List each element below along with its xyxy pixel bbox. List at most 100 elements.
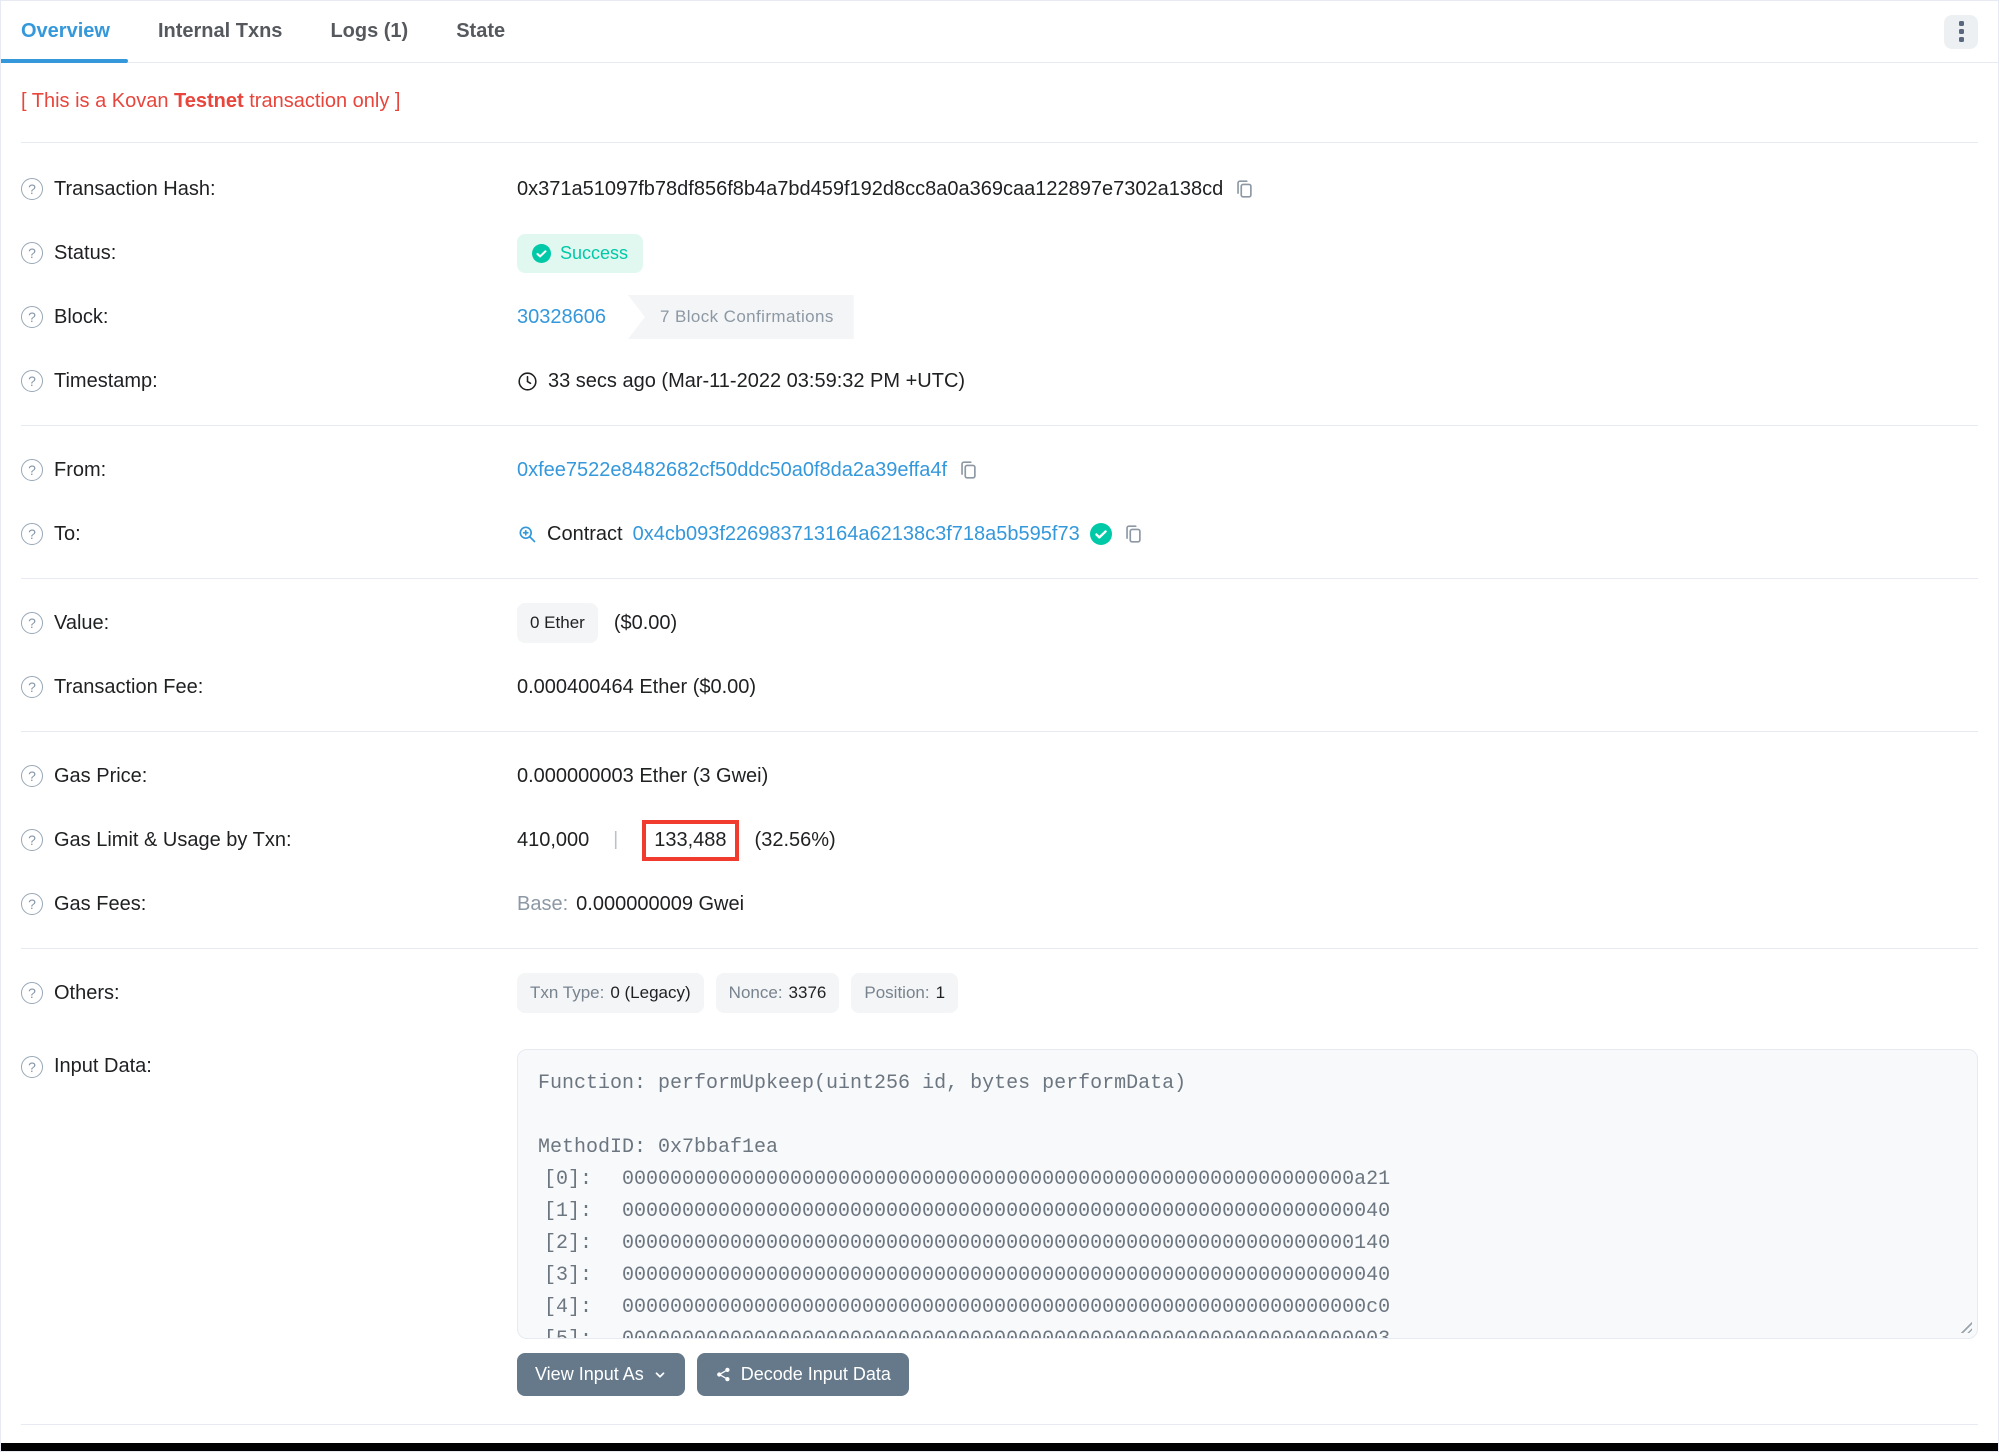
help-icon[interactable]: ? [21,893,43,915]
badge-label: Position: [864,983,930,1002]
help-icon[interactable]: ? [21,306,43,328]
divider [21,731,1978,732]
block-confirmations-badge: 7 Block Confirmations [627,295,854,339]
label-transaction-fee: ? Transaction Fee: [21,676,517,699]
row-label: Value: [54,611,110,634]
timestamp-value: 33 secs ago (Mar-11-2022 03:59:32 PM +UT… [548,369,966,392]
warning-prefix: [ This is a Kovan [21,90,175,112]
annotation-red-box: 133,488 [642,819,739,861]
ether-value-text: 0 Ether [530,613,585,632]
row-value: ? Value: 0 Ether ($0.00) [21,591,1978,655]
tab-overview[interactable]: Overview [21,20,110,43]
row-input-data: ? Input Data: Function: performUpkeep(ui… [21,1035,1978,1339]
gas-fees-base-value: 0.000000009 Gwei [576,892,745,915]
decode-icon [716,1367,730,1382]
details-rows: ? Transaction Hash: 0x371a51097fb78df856… [1,143,1998,1339]
row-block: ? Block: 30328606 7 Block Confirmations [21,285,1978,349]
label-gas-price: ? Gas Price: [21,765,517,788]
row-label: To: [54,522,81,545]
label-transaction-hash: ? Transaction Hash: [21,178,517,201]
warning-suffix: transaction only ] [243,90,401,112]
input-word-row: [3]: 000000000000000000000000000000000000… [544,1264,1391,1287]
label-from: ? From: [21,459,517,482]
row-label: Gas Price: [54,764,148,787]
tab-internal-txns[interactable]: Internal Txns [158,20,282,43]
status-text: Success [560,242,629,263]
help-icon[interactable]: ? [21,982,43,1004]
row-gas-limit-usage: ? Gas Limit & Usage by Txn: 410,000 | 13… [21,808,1978,872]
kebab-menu-button[interactable] [1944,14,1978,49]
badge-value: 0 (Legacy) [610,983,691,1002]
nonce-badge: Nonce: 3376 [715,973,840,1013]
resize-handle[interactable] [1958,1319,1972,1333]
help-icon[interactable]: ? [21,178,43,200]
copy-icon[interactable] [957,459,979,481]
ether-value-badge: 0 Ether [517,603,598,643]
help-icon[interactable]: ? [21,459,43,481]
decode-input-data-label: Decode Input Data [740,1364,891,1384]
input-data-textarea[interactable]: Function: performUpkeep(uint256 id, byte… [517,1049,1978,1339]
row-label: Timestamp: [54,369,158,392]
row-label: Others: [54,981,120,1004]
to-address-link[interactable]: 0x4cb093f226983713164a62138c3f718a5b595f… [633,523,1080,546]
row-label: Transaction Hash: [54,177,216,200]
tab-logs[interactable]: Logs (1) [330,20,408,43]
help-icon[interactable]: ? [21,523,43,545]
input-word-row: [0]: 000000000000000000000000000000000000… [544,1168,1391,1191]
input-word-row: [1]: 000000000000000000000000000000000000… [544,1200,1391,1223]
txn-type-badge: Txn Type: 0 (Legacy) [517,973,704,1013]
zoom-in-icon[interactable] [517,524,537,544]
from-address-link[interactable]: 0xfee7522e8482682cf50ddc50a0f8da2a39effa… [517,459,947,482]
view-input-as-label: View Input As [535,1364,644,1384]
transaction-fee-value: 0.000400464 Ether ($0.00) [517,675,757,698]
row-label: Gas Limit & Usage by Txn: [54,828,292,851]
row-gas-fees: ? Gas Fees: Base: 0.000000009 Gwei [21,872,1978,936]
check-circle-icon [532,243,551,263]
transaction-hash-value: 0x371a51097fb78df856f8b4a7bd459f192d8cc8… [517,177,1224,200]
bottom-bar [1,1443,1998,1451]
input-word-row: [2]: 000000000000000000000000000000000000… [544,1232,1391,1255]
tab-state[interactable]: State [456,20,505,43]
input-data-actions: View Input As Decode Input Data [517,1353,1978,1396]
kebab-dot [1958,37,1964,42]
position-badge: Position: 1 [851,973,959,1013]
chevron-down-icon [655,1371,665,1378]
badge-label: Txn Type: [530,983,605,1002]
row-label: Transaction Fee: [54,675,204,698]
help-icon[interactable]: ? [21,242,43,264]
help-icon[interactable]: ? [21,829,43,851]
clock-icon [518,371,537,391]
help-icon[interactable]: ? [21,765,43,787]
label-input-data: ? Input Data: [21,1049,517,1078]
gas-price-value: 0.000000003 Ether (3 Gwei) [517,764,769,787]
active-tab-underline [1,59,128,63]
row-to: ? To: Contract 0x4cb093f226983713164a621… [21,502,1978,566]
row-label: From: [54,458,107,481]
label-gas-limit-usage: ? Gas Limit & Usage by Txn: [21,829,517,852]
input-function-line: Function: performUpkeep(uint256 id, byte… [538,1072,1187,1095]
kebab-dot [1958,29,1964,34]
row-transaction-hash: ? Transaction Hash: 0x371a51097fb78df856… [21,157,1978,221]
help-icon[interactable]: ? [21,676,43,698]
decode-input-data-button[interactable]: Decode Input Data [696,1353,909,1396]
help-icon[interactable]: ? [21,1055,43,1078]
block-number-link[interactable]: 30328606 [517,306,606,329]
divider [21,1424,1978,1425]
row-timestamp: ? Timestamp: 33 secs ago (Mar-11-2022 03… [21,349,1978,413]
testnet-warning: [ This is a Kovan Testnet transaction on… [1,63,1998,142]
gas-limit-value: 410,000 [517,828,590,851]
help-icon[interactable]: ? [21,370,43,392]
copy-icon[interactable] [1233,178,1255,200]
help-icon[interactable]: ? [21,612,43,634]
gas-separator: | [613,829,619,850]
row-others: ? Others: Txn Type: 0 (Legacy) Nonce: 33… [21,961,1978,1025]
transaction-details-page: Overview Internal Txns Logs (1) State [ … [0,0,1999,1452]
view-input-as-button[interactable]: View Input As [517,1353,685,1396]
label-others: ? Others: [21,982,517,1005]
row-from: ? From: 0xfee7522e8482682cf50ddc50a0f8da… [21,438,1978,502]
copy-icon[interactable] [1122,523,1144,545]
divider [21,425,1978,426]
gas-used-percent: (32.56%) [754,828,836,851]
input-word-row: [5]:000000000000000000000000000000000000… [538,1324,1957,1338]
input-word-row: [4]: 000000000000000000000000000000000000… [544,1296,1391,1319]
